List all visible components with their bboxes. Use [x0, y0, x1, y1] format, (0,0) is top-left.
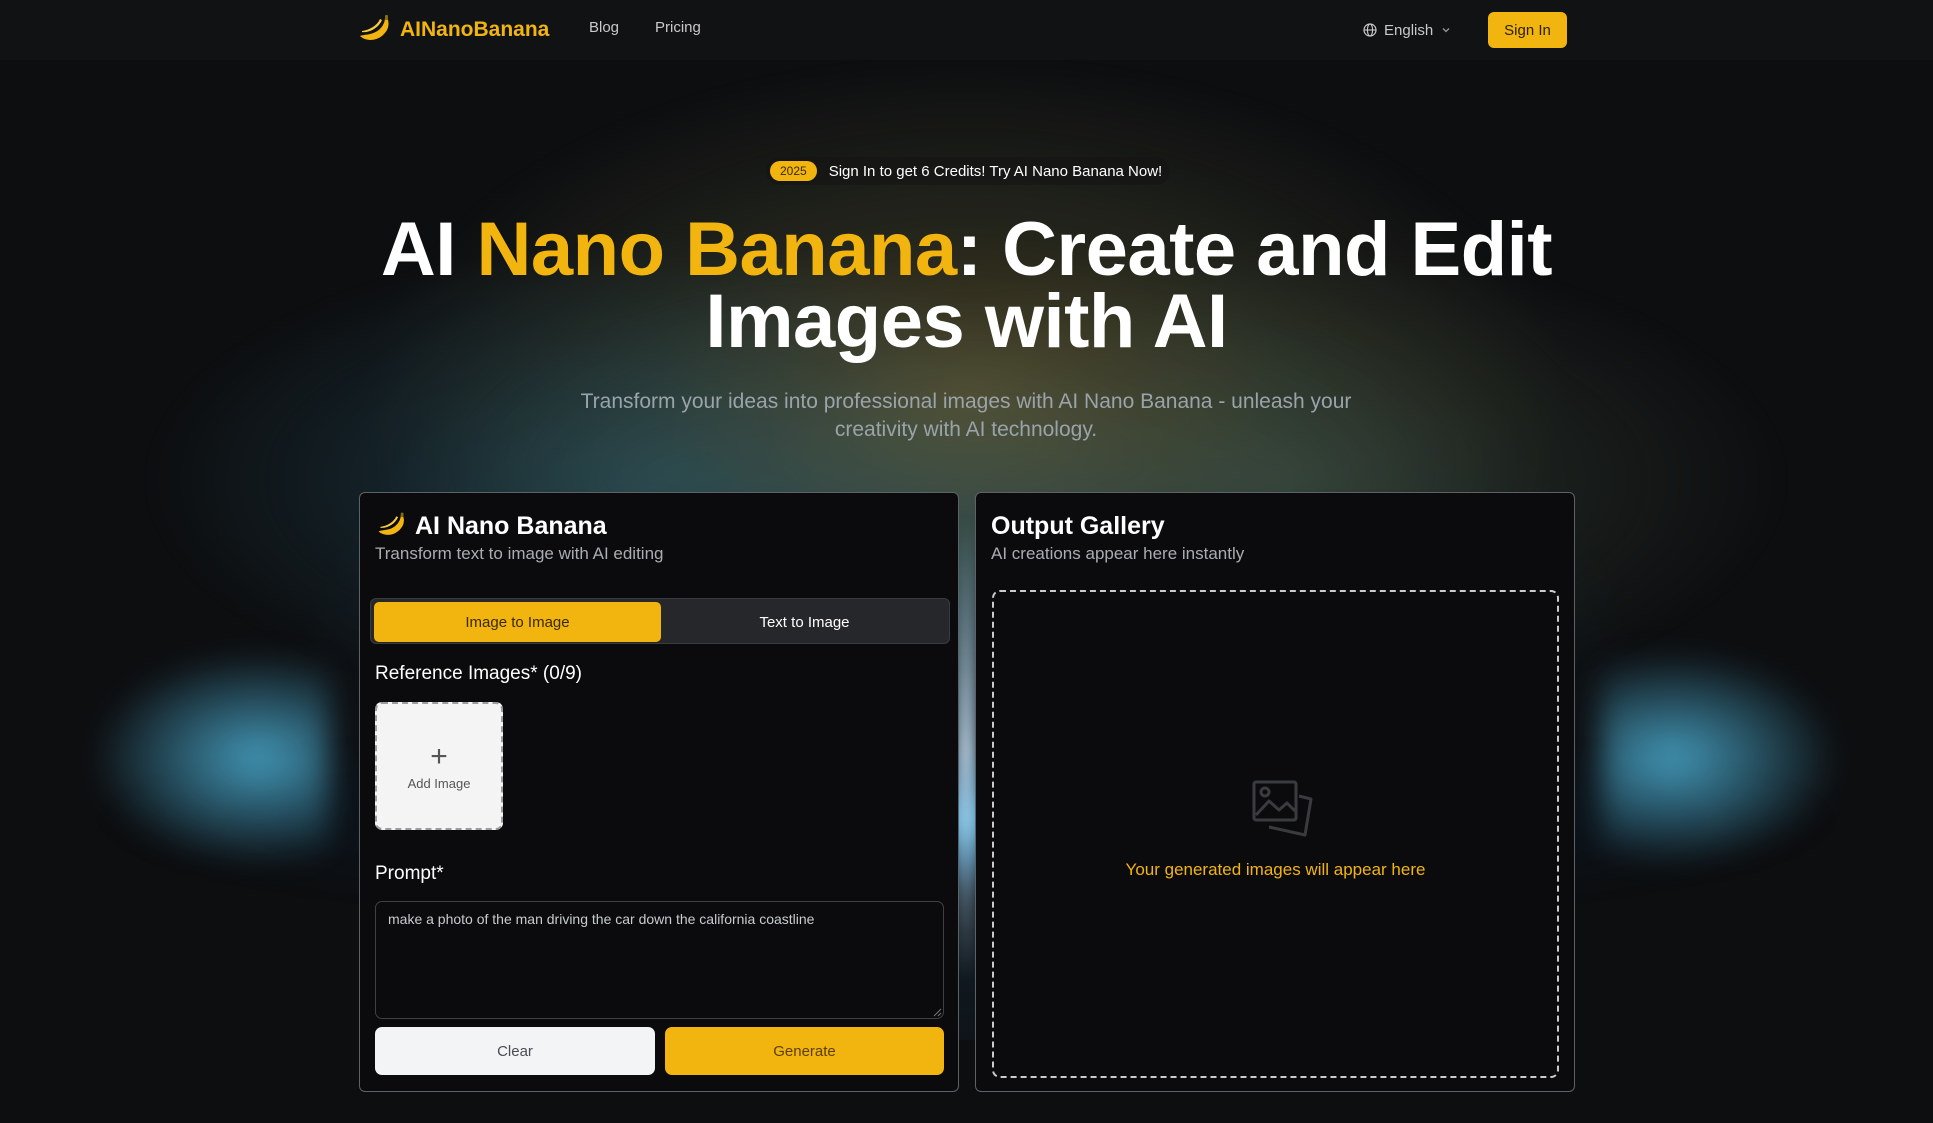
editor-title: AI Nano Banana — [375, 509, 607, 543]
banana-icon — [360, 15, 389, 40]
globe-icon — [1363, 23, 1377, 37]
output-gallery-panel: Output Gallery AI creations appear here … — [975, 492, 1575, 1092]
nav-pricing-link[interactable]: Pricing — [655, 19, 701, 36]
resize-grip-icon[interactable] — [932, 1007, 942, 1017]
gallery-dropzone: Your generated images will appear here — [992, 590, 1559, 1078]
year-badge: 2025 — [770, 161, 817, 181]
gallery-empty-text: Your generated images will appear here — [1125, 860, 1426, 879]
nav-blog-link[interactable]: Blog — [589, 19, 619, 36]
editor-subtitle: Transform text to image with AI editing — [375, 544, 664, 563]
tab-text-to-image[interactable]: Text to Image — [661, 602, 948, 642]
add-image-button[interactable]: + Add Image — [375, 702, 503, 830]
promo-banner[interactable]: 2025 Sign In to get 6 Credits! Try AI Na… — [766, 157, 1171, 185]
hero-title: AI Nano Banana: Create and Edit Images w… — [380, 212, 1553, 360]
gallery-title: Output Gallery — [991, 511, 1165, 540]
brand-logo[interactable]: AINanoBanana — [356, 12, 549, 48]
promo-text: Sign In to get 6 Credits! Try AI Nano Ba… — [828, 162, 1163, 180]
top-nav: AINanoBanana Blog Pricing English Sign I… — [0, 0, 1933, 60]
language-selector[interactable]: English — [1363, 19, 1452, 41]
editor-panel: AI Nano Banana Transform text to image w… — [359, 492, 959, 1092]
hero-title-prefix: AI — [380, 207, 477, 292]
glow-edge-left — [90, 560, 330, 920]
mode-tabs: Image to Image Text to Image — [370, 598, 950, 644]
editor-title-text: AI Nano Banana — [415, 511, 607, 540]
glow-center-beam — [956, 520, 976, 980]
brand-name: AINanoBanana — [400, 18, 550, 41]
prompt-label: Prompt* — [375, 863, 444, 884]
glow-edge-right — [1600, 560, 1840, 920]
banana-icon — [378, 512, 404, 535]
glow-horizon — [96, 690, 1837, 950]
add-image-label: Add Image — [407, 775, 471, 791]
tab-image-to-image[interactable]: Image to Image — [374, 602, 661, 642]
prompt-input[interactable]: make a photo of the man driving the car … — [375, 901, 944, 1019]
language-label: English — [1384, 21, 1434, 39]
clear-button[interactable]: Clear — [375, 1027, 655, 1075]
gallery-subtitle: AI creations appear here instantly — [991, 544, 1245, 563]
sign-in-button[interactable]: Sign In — [1488, 12, 1567, 48]
hero-subtitle: Transform your ideas into professional i… — [580, 390, 1352, 441]
reference-images-label: Reference Images* (0/9) — [375, 663, 582, 684]
plus-icon: + — [430, 739, 448, 773]
image-icon — [1252, 780, 1313, 837]
chevron-down-icon — [1442, 28, 1450, 33]
generate-button[interactable]: Generate — [665, 1027, 944, 1075]
